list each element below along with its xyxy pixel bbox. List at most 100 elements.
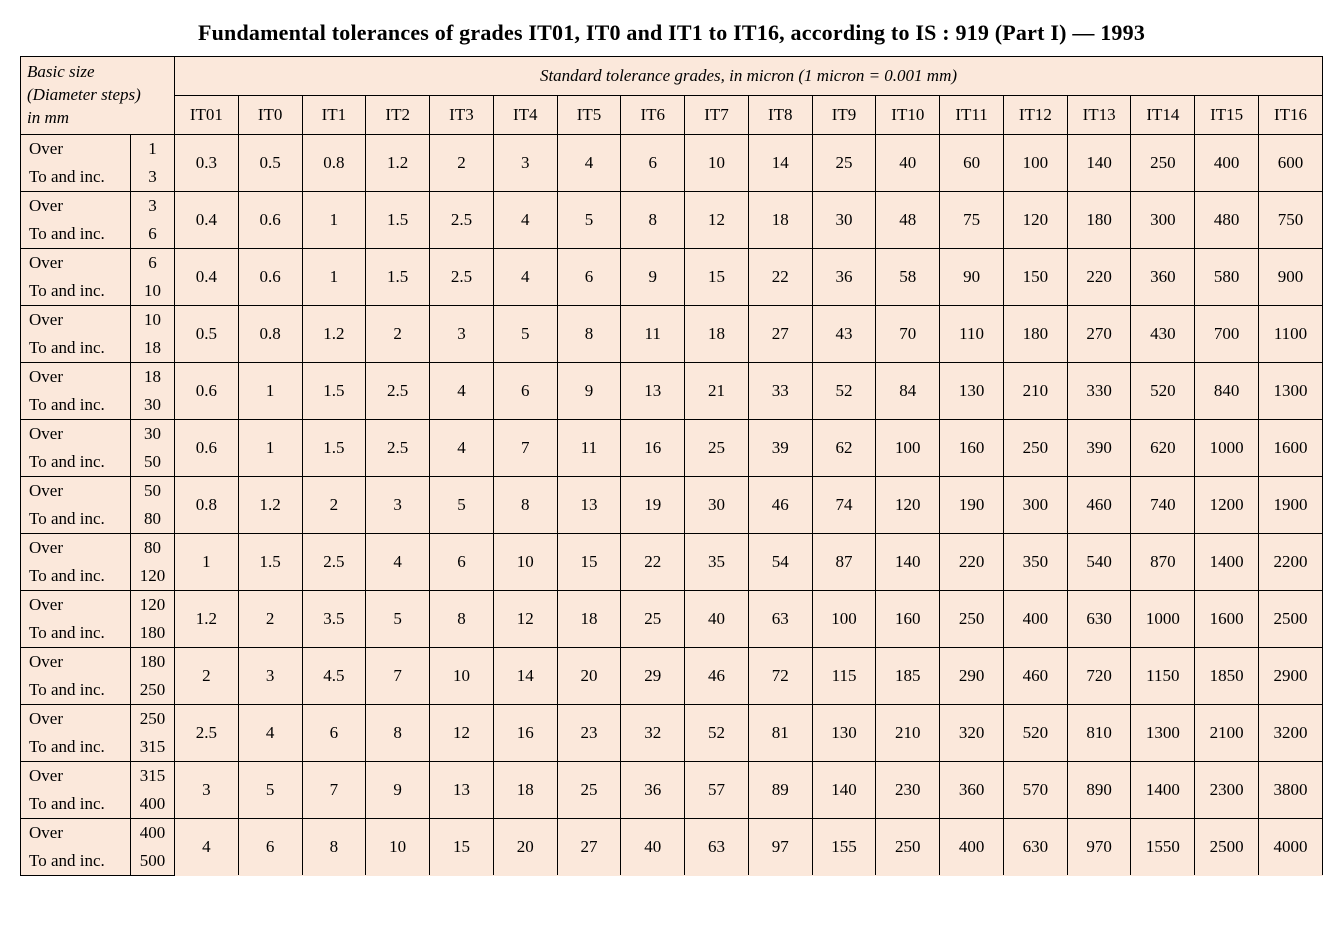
tolerance-value: 810	[1067, 704, 1131, 761]
tolerance-value: 290	[940, 647, 1004, 704]
tolerance-value: 520	[1003, 704, 1067, 761]
tolerance-value: 160	[876, 590, 940, 647]
tolerance-value: 74	[812, 476, 876, 533]
to-inc-value: 400	[131, 790, 175, 819]
tolerance-value: 2	[302, 476, 366, 533]
tolerance-value: 8	[621, 191, 685, 248]
over-value: 180	[131, 647, 175, 676]
tolerance-value: 40	[876, 134, 940, 191]
tolerance-value: 3	[430, 305, 494, 362]
tolerance-value: 1.2	[366, 134, 430, 191]
tolerance-value: 54	[748, 533, 812, 590]
tolerance-value: 5	[493, 305, 557, 362]
tolerance-value: 1	[175, 533, 239, 590]
tolerance-value: 27	[748, 305, 812, 362]
tolerance-value: 5	[557, 191, 621, 248]
over-label: Over	[21, 761, 131, 790]
tolerance-value: 580	[1195, 248, 1259, 305]
tolerance-value: 22	[748, 248, 812, 305]
tolerance-value: 520	[1131, 362, 1195, 419]
to-inc-label: To and inc.	[21, 163, 131, 192]
tolerance-value: 2100	[1195, 704, 1259, 761]
tolerance-value: 190	[940, 476, 1004, 533]
tolerance-value: 4	[430, 362, 494, 419]
over-label: Over	[21, 476, 131, 505]
over-value: 315	[131, 761, 175, 790]
basic-size-line2: (Diameter steps)	[27, 85, 141, 104]
over-label: Over	[21, 704, 131, 733]
to-inc-value: 500	[131, 847, 175, 876]
tolerance-value: 13	[557, 476, 621, 533]
tolerance-value: 220	[1067, 248, 1131, 305]
tolerance-value: 58	[876, 248, 940, 305]
tolerance-value: 2.5	[175, 704, 239, 761]
tolerance-value: 6	[621, 134, 685, 191]
tolerance-value: 220	[940, 533, 1004, 590]
tolerance-value: 390	[1067, 419, 1131, 476]
tolerance-value: 2500	[1195, 818, 1259, 875]
over-label: Over	[21, 248, 131, 277]
tolerance-value: 120	[876, 476, 940, 533]
tolerance-value: 480	[1195, 191, 1259, 248]
tolerance-value: 2.5	[366, 419, 430, 476]
tolerance-value: 250	[1003, 419, 1067, 476]
tolerance-value: 89	[748, 761, 812, 818]
tolerance-value: 9	[366, 761, 430, 818]
tolerance-value: 9	[621, 248, 685, 305]
tolerance-value: 1	[302, 191, 366, 248]
to-inc-label: To and inc.	[21, 448, 131, 477]
tolerance-value: 160	[940, 419, 1004, 476]
tolerance-value: 1900	[1259, 476, 1323, 533]
tolerance-value: 10	[366, 818, 430, 875]
tolerance-value: 3200	[1259, 704, 1323, 761]
tolerance-value: 870	[1131, 533, 1195, 590]
tolerance-value: 130	[940, 362, 1004, 419]
tolerance-value: 570	[1003, 761, 1067, 818]
tolerance-value: 52	[685, 704, 749, 761]
tolerance-value: 270	[1067, 305, 1131, 362]
tolerance-value: 140	[1067, 134, 1131, 191]
tolerance-value: 6	[238, 818, 302, 875]
tolerance-value: 25	[685, 419, 749, 476]
tolerance-value: 110	[940, 305, 1004, 362]
tolerance-value: 140	[876, 533, 940, 590]
tolerance-value: 8	[366, 704, 430, 761]
tolerance-value: 9	[557, 362, 621, 419]
tolerance-value: 4	[430, 419, 494, 476]
tolerance-value: 18	[685, 305, 749, 362]
tolerance-value: 2900	[1259, 647, 1323, 704]
tolerance-value: 1.2	[175, 590, 239, 647]
tolerance-value: 0.8	[238, 305, 302, 362]
over-label: Over	[21, 191, 131, 220]
tolerance-value: 4	[493, 191, 557, 248]
grade-header: IT4	[493, 95, 557, 134]
grade-header: IT10	[876, 95, 940, 134]
tolerance-value: 13	[430, 761, 494, 818]
tolerance-value: 4	[238, 704, 302, 761]
tolerance-value: 43	[812, 305, 876, 362]
tolerance-value: 430	[1131, 305, 1195, 362]
over-value: 30	[131, 419, 175, 448]
tolerance-value: 14	[748, 134, 812, 191]
tolerance-value: 72	[748, 647, 812, 704]
over-label: Over	[21, 590, 131, 619]
tolerance-value: 630	[1003, 818, 1067, 875]
tolerance-value: 2	[430, 134, 494, 191]
over-value: 18	[131, 362, 175, 391]
tolerance-value: 4	[366, 533, 430, 590]
tolerance-value: 16	[493, 704, 557, 761]
tolerance-value: 2.5	[302, 533, 366, 590]
tolerance-value: 36	[621, 761, 685, 818]
tolerance-value: 75	[940, 191, 1004, 248]
tolerance-value: 16	[621, 419, 685, 476]
over-value: 120	[131, 590, 175, 619]
tolerance-value: 5	[238, 761, 302, 818]
tolerance-value: 1150	[1131, 647, 1195, 704]
over-value: 6	[131, 248, 175, 277]
to-inc-label: To and inc.	[21, 562, 131, 591]
tolerance-value: 19	[621, 476, 685, 533]
to-inc-value: 10	[131, 277, 175, 306]
tolerance-value: 0.6	[175, 419, 239, 476]
page-title: Fundamental tolerances of grades IT01, I…	[20, 20, 1323, 46]
tolerance-value: 2	[238, 590, 302, 647]
